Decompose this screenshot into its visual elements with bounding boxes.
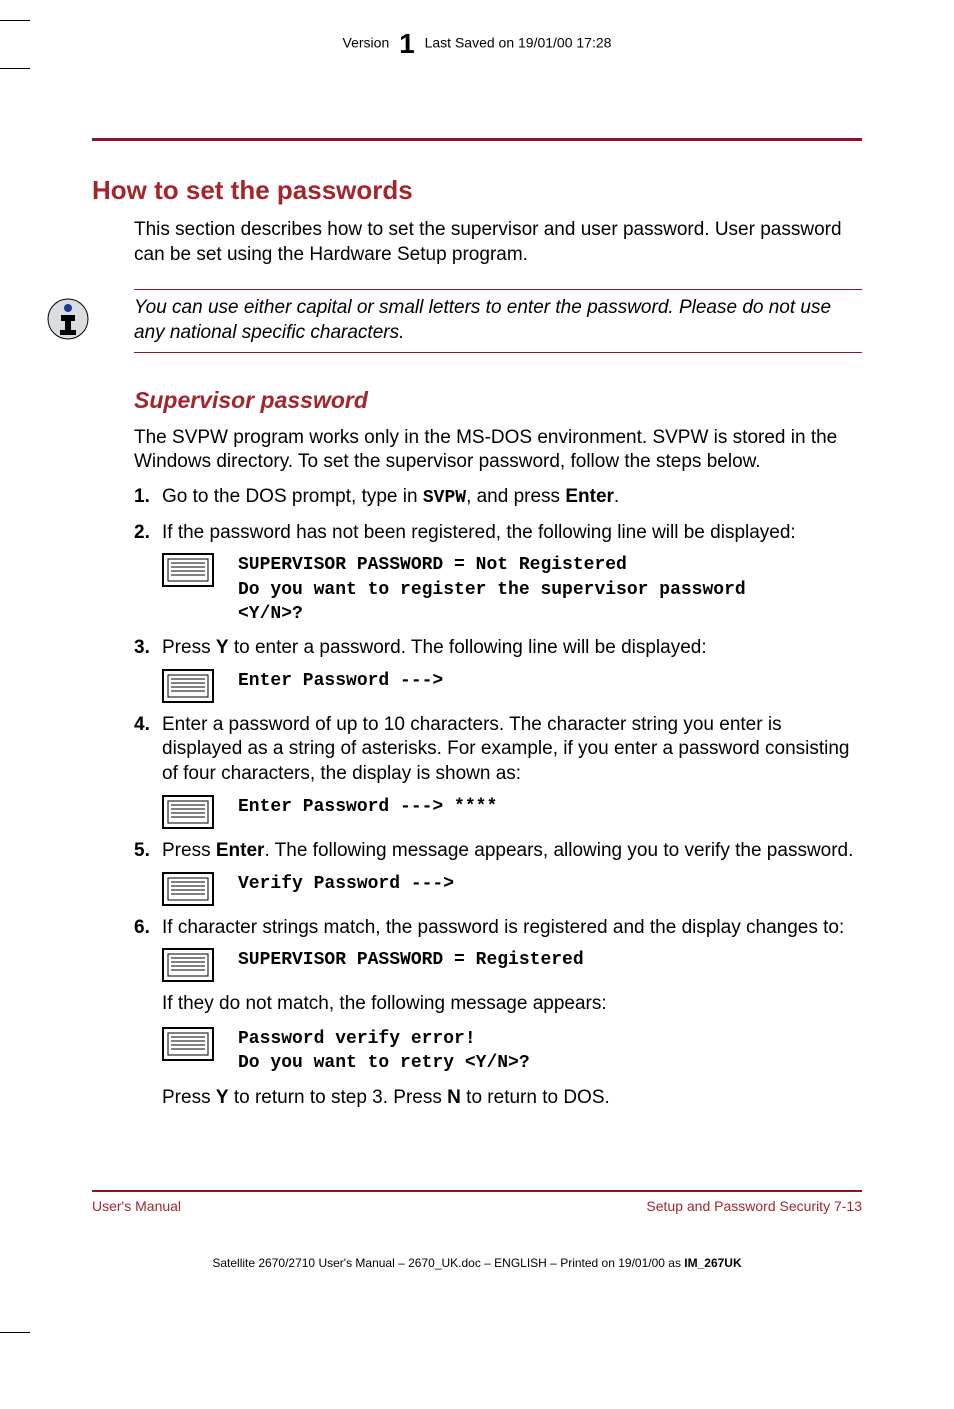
- info-note: You can use either capital or small lett…: [46, 289, 862, 352]
- step-number: 5.: [134, 839, 150, 864]
- screen-text: Enter Password ---> ****: [238, 795, 497, 819]
- print-line: Satellite 2670/2710 User's Manual – 2670…: [92, 1256, 862, 1270]
- version-label: Version: [343, 35, 390, 51]
- crop-mark: [0, 68, 30, 69]
- final-instruction: Press Y to return to step 3. Press N to …: [162, 1086, 862, 1111]
- key-y: Y: [216, 637, 229, 658]
- screen-output: SUPERVISOR PASSWORD = Registered: [162, 948, 862, 982]
- last-saved: Last Saved on 19/01/00 17:28: [425, 35, 612, 51]
- footer-left: User's Manual: [92, 1198, 181, 1214]
- key-y: Y: [216, 1087, 229, 1108]
- print-code: IM_267UK: [684, 1256, 741, 1270]
- step-2: 2. If the password has not been register…: [134, 521, 862, 627]
- section-heading: Supervisor password: [134, 387, 862, 414]
- page-title: How to set the passwords: [92, 175, 862, 206]
- step-text: Press Enter. The following message appea…: [162, 840, 853, 861]
- intro-paragraph: This section describes how to set the su…: [134, 218, 862, 267]
- info-note-text: You can use either capital or small lett…: [134, 289, 862, 352]
- footer-rule: [92, 1190, 862, 1192]
- mismatch-text: If they do not match, the following mess…: [162, 992, 862, 1017]
- info-icon: [46, 297, 90, 341]
- key-n: N: [447, 1087, 461, 1108]
- step-number: 6.: [134, 916, 150, 941]
- step-text: Press Y to enter a password. The followi…: [162, 637, 707, 658]
- monitor-icon: [162, 1027, 214, 1061]
- header-version-line: Version 1 Last Saved on 19/01/00 17:28: [92, 28, 862, 60]
- screen-text: SUPERVISOR PASSWORD = Not Registered Do …: [238, 553, 746, 626]
- monitor-icon: [162, 795, 214, 829]
- step-number: 2.: [134, 521, 150, 546]
- version-number: 1: [393, 28, 421, 59]
- step-6: 6. If character strings match, the passw…: [134, 916, 862, 1111]
- step-4: 4. Enter a password of up to 10 characte…: [134, 713, 862, 829]
- screen-output: Password verify error! Do you want to re…: [162, 1027, 862, 1076]
- monitor-icon: [162, 872, 214, 906]
- monitor-icon: [162, 669, 214, 703]
- screen-text: SUPERVISOR PASSWORD = Registered: [238, 948, 584, 972]
- step-number: 4.: [134, 713, 150, 738]
- screen-output: Verify Password --->: [162, 872, 862, 906]
- step-1: 1. Go to the DOS prompt, type in SVPW, a…: [134, 485, 862, 510]
- step-3: 3. Press Y to enter a password. The foll…: [134, 636, 862, 703]
- step-text: Go to the DOS prompt, type in SVPW, and …: [162, 486, 619, 507]
- top-rule: [92, 138, 862, 141]
- monitor-icon: [162, 948, 214, 982]
- step-text: If the password has not been registered,…: [162, 522, 796, 543]
- step-5: 5. Press Enter. The following message ap…: [134, 839, 862, 906]
- page-footer: User's Manual Setup and Password Securit…: [92, 1198, 862, 1214]
- screen-output: Enter Password ---> ****: [162, 795, 862, 829]
- step-number: 3.: [134, 636, 150, 661]
- screen-output: SUPERVISOR PASSWORD = Not Registered Do …: [162, 553, 862, 626]
- crop-mark: [0, 20, 30, 21]
- crop-mark: [0, 1332, 30, 1333]
- key-enter: Enter: [565, 486, 614, 507]
- section-intro: The SVPW program works only in the MS-DO…: [134, 426, 862, 475]
- footer-right: Setup and Password Security 7-13: [646, 1198, 862, 1214]
- step-text: Enter a password of up to 10 characters.…: [162, 714, 850, 784]
- screen-text: Password verify error! Do you want to re…: [238, 1027, 530, 1076]
- monitor-icon: [162, 553, 214, 587]
- key-enter: Enter: [216, 840, 265, 861]
- screen-text: Verify Password --->: [238, 872, 454, 896]
- screen-text: Enter Password --->: [238, 669, 443, 693]
- steps-list: 1. Go to the DOS prompt, type in SVPW, a…: [134, 485, 862, 1110]
- screen-output: Enter Password --->: [162, 669, 862, 703]
- step-number: 1.: [134, 485, 150, 510]
- step-text: If character strings match, the password…: [162, 917, 844, 938]
- command-svpw: SVPW: [423, 488, 466, 508]
